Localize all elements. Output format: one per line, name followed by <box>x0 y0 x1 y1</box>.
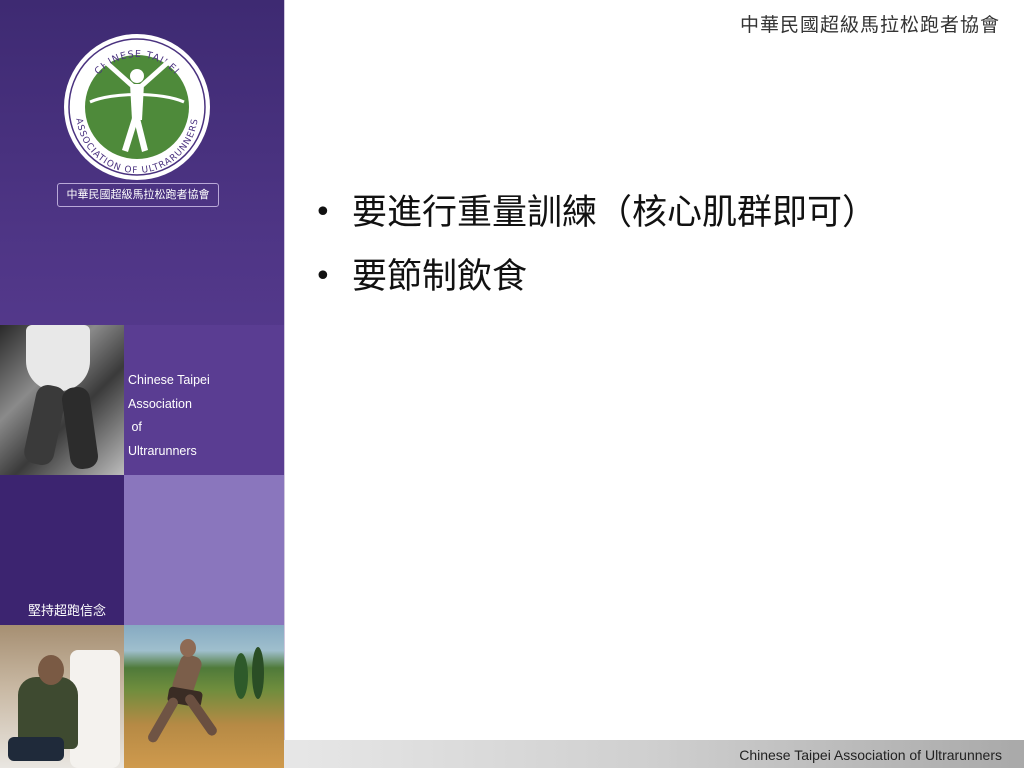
divider <box>284 0 285 740</box>
bullet-text: 要節制飲食 <box>352 257 528 297</box>
decorative-block-light <box>124 475 284 625</box>
bullet-item: • 要節制飲食 <box>310 252 970 302</box>
ancient-runner-painting <box>124 625 284 768</box>
slogan-text: 堅持超跑信念 <box>28 604 107 619</box>
header-org-title: 中華民國超級馬拉松跑者協會 <box>739 14 1000 36</box>
footer-text: Chinese Taipei Association of Ultrarunne… <box>739 747 1002 763</box>
association-name-block: Chinese Taipei Association of Ultrarunne… <box>124 325 284 475</box>
logo-caption: 中華民國超級馬拉松跑者協會 <box>57 183 219 207</box>
runner-photo <box>0 325 124 475</box>
bullet-text: 要進行重量訓練（核心肌群即可） <box>352 193 878 233</box>
footer-bar: Chinese Taipei Association of Ultrarunne… <box>284 740 1024 768</box>
association-name-text: Chinese Taipei Association of Ultrarunne… <box>128 373 210 458</box>
bullet-dot-icon: • <box>314 259 332 294</box>
slide-content: • 要進行重量訓練（核心肌群即可） • 要節制飲食 <box>310 188 970 316</box>
bullet-item: • 要進行重量訓練（核心肌群即可） <box>310 188 970 238</box>
association-logo: CHINESE TAIPEI ASSOCIATION OF ULTRARUNNE… <box>64 34 210 180</box>
seated-man-photo <box>0 625 124 768</box>
bullet-dot-icon: • <box>314 195 332 230</box>
